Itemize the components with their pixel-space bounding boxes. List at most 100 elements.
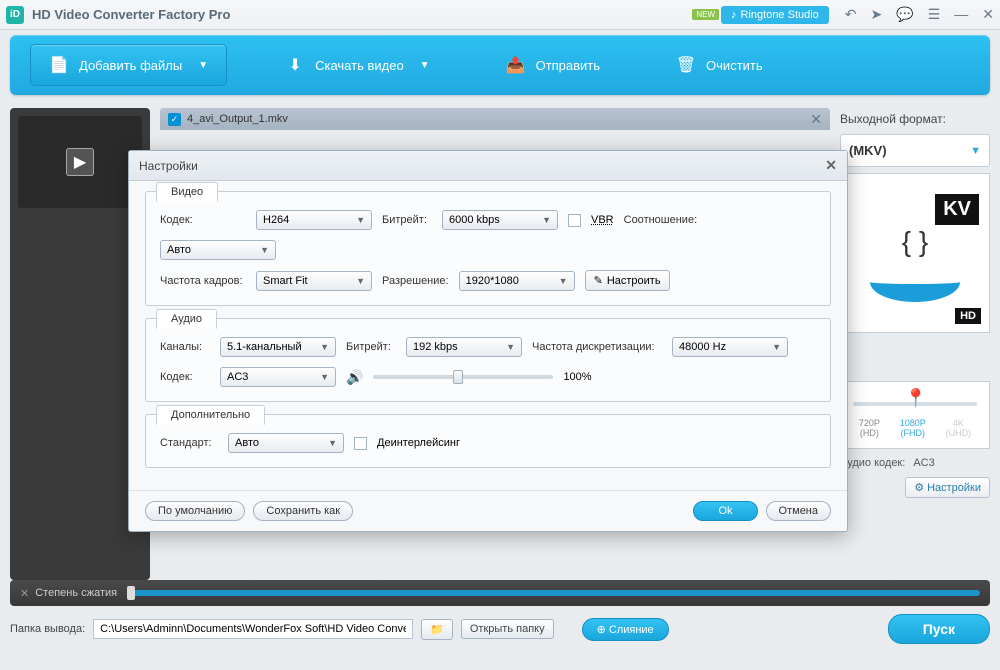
- audio-codec-row: Аудио кодек: AC3: [840, 457, 990, 469]
- output-panel: Выходной формат: (MKV) ▼ KV { } HD 📍 720…: [840, 108, 990, 580]
- codec-label: Аудио кодек:: [840, 457, 905, 469]
- extra-tab: Дополнительно: [156, 405, 265, 425]
- audio-codec-select[interactable]: AC3▼: [220, 367, 336, 387]
- audio-section: Аудио Каналы: 5.1-канальный▼ Битрейт: 19…: [145, 318, 831, 402]
- clear-button[interactable]: 🗑 Очистить: [658, 45, 781, 85]
- output-path-input[interactable]: [93, 619, 413, 639]
- vbr-checkbox[interactable]: [568, 214, 581, 227]
- slider-handle-icon: [127, 586, 135, 600]
- mkv-badge: KV: [935, 194, 979, 225]
- add-files-label: Добавить файлы: [79, 58, 182, 73]
- checkbox-icon[interactable]: ✓: [168, 113, 181, 126]
- send-button[interactable]: 📤 Отправить: [488, 45, 618, 85]
- volume-slider[interactable]: [373, 375, 553, 379]
- audio-bitrate-label: Битрейт:: [346, 341, 396, 353]
- resolution-slider-box: 📍 720P(HD) 1080P(FHD) 4K(UHD): [840, 381, 990, 449]
- audio-bitrate-select[interactable]: 192 kbps▼: [406, 337, 522, 357]
- menu-icon[interactable]: ☰: [928, 6, 941, 23]
- undo-icon[interactable]: ↶: [845, 6, 857, 23]
- settings-label: Настройки: [927, 482, 981, 494]
- main-toolbar: 📄 Добавить файлы ▼ ⬇ Скачать видео ▼ 📤 О…: [10, 35, 990, 95]
- ringtone-studio-button[interactable]: ♪ Ringtone Studio: [721, 6, 829, 24]
- pin-icon[interactable]: ➤: [871, 6, 883, 23]
- codec-value: AC3: [913, 457, 934, 469]
- standard-select[interactable]: Авто▼: [228, 433, 344, 453]
- resolution-select[interactable]: 1920*1080▼: [459, 271, 575, 291]
- modal-close-icon[interactable]: ✕: [825, 157, 837, 174]
- ratio-label: Соотношение:: [624, 214, 698, 226]
- cancel-button[interactable]: Отмена: [766, 501, 831, 521]
- chevron-down-icon: ▼: [356, 276, 365, 286]
- add-files-button[interactable]: 📄 Добавить файлы ▼: [30, 44, 227, 86]
- ringtone-icon: ♪: [731, 9, 737, 21]
- resolution-slider[interactable]: 📍: [849, 392, 981, 412]
- output-header: Выходной формат:: [840, 108, 990, 134]
- compression-bar: ✕ Степень сжатия: [10, 580, 990, 606]
- video-section: Видео Кодек: H264▼ Битрейт: 6000 kbps▼ V…: [145, 191, 831, 306]
- hd-badge: HD: [955, 308, 981, 324]
- swoosh-icon: [870, 262, 960, 302]
- download-video-button[interactable]: ⬇ Скачать видео ▼: [267, 45, 447, 85]
- merge-button[interactable]: ⊕ Слияние: [582, 618, 669, 641]
- audio-tab: Аудио: [156, 309, 217, 329]
- channels-label: Каналы:: [160, 341, 210, 353]
- standard-label: Стандарт:: [160, 437, 218, 449]
- custom-resolution-button[interactable]: ✎Настроить: [585, 270, 670, 291]
- comment-icon[interactable]: 💬: [896, 6, 913, 23]
- ringtone-label: Ringtone Studio: [741, 9, 819, 21]
- download-icon: ⬇: [285, 55, 305, 75]
- open-folder-button[interactable]: Открыть папку: [461, 619, 554, 639]
- video-tab: Видео: [156, 182, 218, 202]
- titlebar: iD HD Video Converter Factory Pro NEW ♪ …: [0, 0, 1000, 30]
- send-icon: 📤: [506, 55, 526, 75]
- chevron-down-icon: ▼: [356, 215, 365, 225]
- send-label: Отправить: [536, 58, 600, 73]
- extra-section: Дополнительно Стандарт: Авто▼ Деинтерлей…: [145, 414, 831, 468]
- gear-icon: ⚙: [914, 481, 924, 494]
- chevron-down-icon: ▼: [542, 215, 551, 225]
- samplerate-select[interactable]: 48000 Hz▼: [672, 337, 788, 357]
- file-item[interactable]: ✓ 4_avi_Output_1.mkv ✕: [160, 108, 830, 130]
- folder-icon: 📁: [430, 624, 444, 636]
- format-dropdown[interactable]: (MKV) ▼: [840, 134, 990, 167]
- video-codec-label: Кодек:: [160, 214, 246, 226]
- compression-label: Степень сжатия: [35, 587, 117, 599]
- app-logo-icon: iD: [6, 6, 24, 24]
- chevron-down-icon: ▼: [320, 372, 329, 382]
- run-button[interactable]: Пуск: [888, 614, 990, 644]
- defaults-button[interactable]: По умолчанию: [145, 501, 245, 521]
- fps-select[interactable]: Smart Fit▼: [256, 271, 372, 291]
- chevron-down-icon: ▼: [260, 245, 269, 255]
- video-bitrate-select[interactable]: 6000 kbps▼: [442, 210, 558, 230]
- ok-button[interactable]: Ok: [693, 501, 757, 521]
- deinterlace-checkbox[interactable]: [354, 437, 367, 450]
- minimize-icon[interactable]: —: [954, 6, 968, 23]
- play-icon: ▶: [66, 148, 94, 176]
- save-as-button[interactable]: Сохранить как: [253, 501, 353, 521]
- remove-file-icon[interactable]: ✕: [810, 111, 822, 128]
- chevron-down-icon: ▼: [198, 60, 208, 71]
- close-icon[interactable]: ✕: [20, 587, 29, 600]
- browse-folder-button[interactable]: 📁: [421, 619, 453, 640]
- bottom-bar: Папка вывода: 📁 Открыть папку ⊕ Слияние …: [0, 606, 1000, 652]
- volume-icon: 🔊: [346, 369, 363, 386]
- video-codec-select[interactable]: H264▼: [256, 210, 372, 230]
- format-preview[interactable]: KV { } HD: [840, 173, 990, 333]
- ratio-select[interactable]: Авто▼: [160, 240, 276, 260]
- close-icon[interactable]: ✕: [982, 6, 994, 23]
- compression-slider[interactable]: [127, 590, 980, 596]
- modal-title: Настройки: [139, 159, 198, 173]
- video-thumbnail[interactable]: ▶: [18, 116, 142, 208]
- slider-handle-icon: [453, 370, 463, 384]
- output-settings-button[interactable]: ⚙ Настройки: [905, 477, 990, 498]
- chevron-down-icon: ▼: [559, 276, 568, 286]
- chevron-down-icon: ▼: [420, 60, 430, 71]
- channels-select[interactable]: 5.1-канальный▼: [220, 337, 336, 357]
- pencil-icon: ✎: [594, 274, 603, 287]
- deinterlace-label: Деинтерлейсинг: [377, 437, 460, 449]
- volume-value: 100%: [563, 371, 591, 383]
- merge-label: Слияние: [609, 624, 654, 636]
- app-title: HD Video Converter Factory Pro: [32, 7, 230, 22]
- slider-pin-icon: 📍: [904, 388, 926, 409]
- resolution-label: Разрешение:: [382, 275, 449, 287]
